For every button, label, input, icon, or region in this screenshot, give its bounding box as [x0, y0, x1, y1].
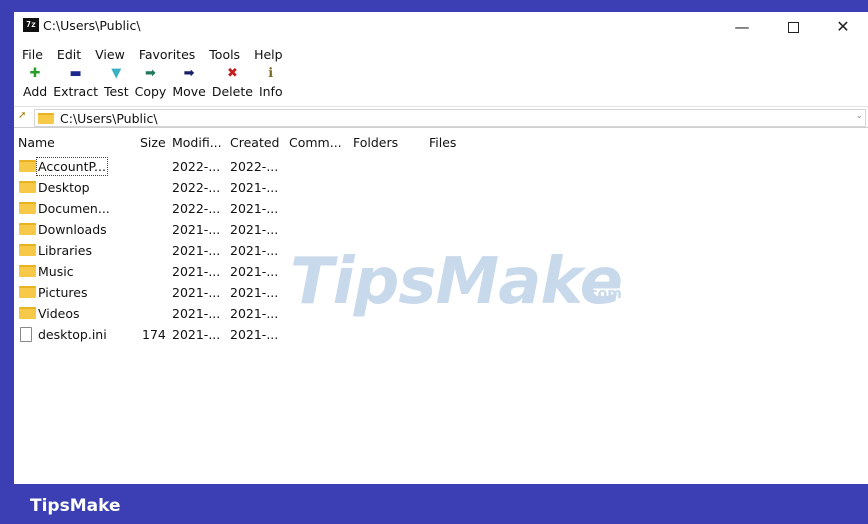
column-header-created[interactable]: Created [230, 134, 279, 152]
arrow-right-icon: ➡ [145, 66, 156, 81]
delete-icon: ✖ [226, 66, 238, 81]
file-name: Documen... [38, 201, 110, 216]
toolbar-delete-button[interactable]: ✖ Delete [209, 66, 256, 106]
file-row[interactable]: Pictures 2021-... 2021-... [14, 282, 868, 303]
close-button[interactable]: ✕ [820, 12, 866, 42]
file-name: Downloads [38, 222, 107, 237]
toolbar-move-button[interactable]: ➡ Move [169, 66, 209, 106]
file-created: 2021-... [230, 285, 279, 300]
menu-help[interactable]: Help [246, 46, 289, 64]
file-row[interactable]: Videos 2021-... 2021-... [14, 303, 868, 324]
file-name: Desktop [38, 180, 90, 195]
column-header-modified[interactable]: Modifi... [172, 134, 222, 152]
file-row[interactable]: Desktop 2022-... 2021-... [14, 177, 868, 198]
up-folder-icon[interactable]: ➚ [18, 110, 26, 121]
menu-favorites[interactable]: Favorites [131, 46, 201, 64]
address-input[interactable]: C:\Users\Public\ ⌄ [34, 109, 866, 127]
column-header-size[interactable]: Size [140, 134, 166, 152]
file-modified: 2021-... [172, 327, 221, 342]
file-icon [20, 327, 32, 342]
column-header-files[interactable]: Files [429, 134, 456, 152]
address-path: C:\Users\Public\ [60, 110, 158, 126]
file-modified: 2022-... [172, 201, 221, 216]
toolbar: ✚ Add ▬ Extract ▼ Test ➡ Copy ➡ Move ✖ Delete ℹ Info [14, 66, 286, 106]
check-icon: ▼ [111, 66, 122, 81]
info-icon: ℹ [268, 66, 274, 81]
app-window: 7z C:\Users\Public\ — ✕ File Edit View F… [14, 12, 868, 484]
column-header-folders[interactable]: Folders [353, 134, 398, 152]
folder-icon [19, 307, 36, 319]
arrow-right-icon: ➡ [183, 66, 195, 81]
file-created: 2022-... [230, 159, 279, 174]
toolbar-button-label: Add [23, 84, 48, 99]
file-row[interactable]: Music 2021-... 2021-... [14, 261, 868, 282]
folder-icon [19, 223, 36, 235]
file-created: 2021-... [230, 306, 279, 321]
toolbar-button-label: Info [258, 84, 283, 99]
folder-icon [38, 112, 54, 124]
menu-view[interactable]: View [87, 46, 131, 64]
file-name: Pictures [38, 285, 88, 300]
file-modified: 2022-... [172, 180, 221, 195]
file-name: desktop.ini [38, 327, 107, 342]
folder-icon [19, 181, 36, 193]
title-bar[interactable]: 7z C:\Users\Public\ — ✕ [14, 12, 868, 42]
file-created: 2021-... [230, 180, 279, 195]
file-modified: 2021-... [172, 243, 221, 258]
toolbar-test-button[interactable]: ▼ Test [101, 66, 132, 106]
column-header-comment[interactable]: Comm... [289, 134, 342, 152]
file-name: Libraries [38, 243, 92, 258]
file-row[interactable]: desktop.ini 174 2021-... 2021-... [14, 324, 868, 345]
file-created: 2021-... [230, 243, 279, 258]
file-list: Name Size Modifi... Created Comm... Fold… [14, 130, 868, 484]
app-logo-icon: 7z [23, 18, 39, 32]
file-modified: 2022-... [172, 159, 221, 174]
toolbar-add-button[interactable]: ✚ Add [20, 66, 50, 106]
toolbar-extract-button[interactable]: ▬ Extract [50, 66, 101, 106]
toolbar-button-label: Copy [134, 84, 167, 99]
plus-icon: ✚ [29, 66, 41, 81]
menu-file[interactable]: File [14, 46, 49, 64]
file-row[interactable]: Libraries 2021-... 2021-... [14, 240, 868, 261]
menu-edit[interactable]: Edit [49, 46, 87, 64]
file-row[interactable]: AccountP... 2022-... 2022-... [14, 156, 868, 177]
brand-label: TipsMake [30, 496, 121, 516]
file-modified: 2021-... [172, 285, 221, 300]
window-title: C:\Users\Public\ [43, 18, 141, 33]
toolbar-copy-button[interactable]: ➡ Copy [132, 66, 170, 106]
file-row[interactable]: Downloads 2021-... 2021-... [14, 219, 868, 240]
file-modified: 2021-... [172, 264, 221, 279]
menu-bar: File Edit View Favorites Tools Help [14, 46, 289, 64]
file-created: 2021-... [230, 264, 279, 279]
column-header-name[interactable]: Name [18, 134, 55, 152]
folder-icon [19, 202, 36, 214]
folder-icon [19, 244, 36, 256]
file-name: Music [38, 264, 74, 279]
file-created: 2021-... [230, 201, 279, 216]
address-bar: ➚ C:\Users\Public\ ⌄ [14, 106, 868, 128]
toolbar-button-label: Delete [211, 84, 253, 99]
file-created: 2021-... [230, 222, 279, 237]
file-row[interactable]: Documen... 2022-... 2021-... [14, 198, 868, 219]
toolbar-button-label: Test [103, 84, 129, 99]
minus-icon: ▬ [69, 66, 82, 81]
file-modified: 2021-... [172, 306, 221, 321]
toolbar-button-label: Move [172, 84, 206, 99]
maximize-button[interactable] [770, 12, 816, 42]
file-name: AccountP... [36, 157, 108, 176]
toolbar-button-label: Extract [53, 84, 98, 99]
file-name: Videos [38, 306, 80, 321]
folder-icon [19, 286, 36, 298]
maximize-icon [787, 22, 799, 33]
menu-tools[interactable]: Tools [201, 46, 246, 64]
file-created: 2021-... [230, 327, 279, 342]
minimize-button[interactable]: — [719, 12, 765, 42]
folder-icon [19, 160, 36, 172]
folder-icon [19, 265, 36, 277]
toolbar-info-button[interactable]: ℹ Info [256, 66, 286, 106]
file-size: 174 [142, 327, 166, 342]
chevron-down-icon[interactable]: ⌄ [855, 111, 863, 121]
file-modified: 2021-... [172, 222, 221, 237]
